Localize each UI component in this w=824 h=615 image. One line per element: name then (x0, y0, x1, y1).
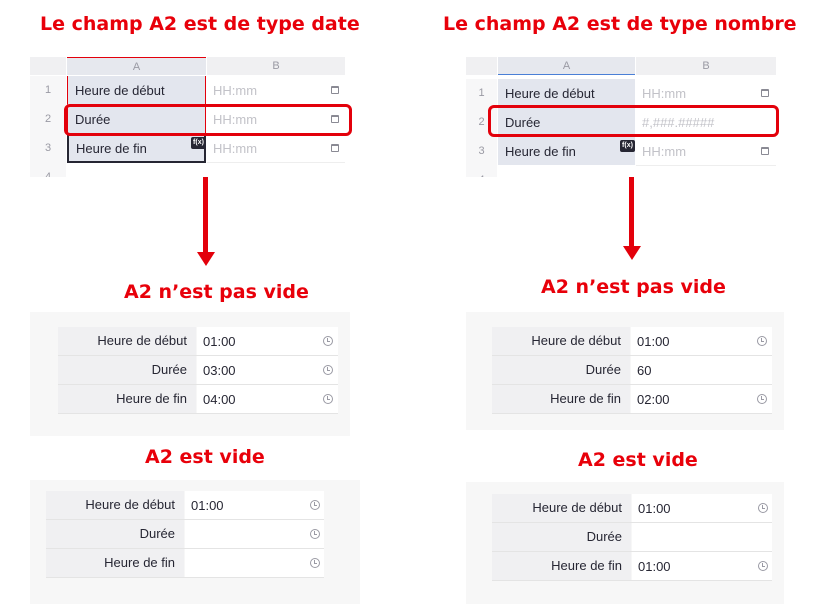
left-not-empty-form: Heure de début 01:00 Durée 03:00 Heure d… (30, 312, 350, 436)
field-label: Heure de début (46, 491, 184, 519)
field-label: Durée (492, 356, 630, 384)
right-empty-heading: A2 est vide (578, 449, 698, 471)
cell-b3[interactable]: HH:mm (636, 137, 776, 166)
field-label: Heure de fin (492, 552, 631, 580)
form-row-start: Heure de début 01:00 (58, 327, 338, 356)
right-empty-form: Heure de début 01:00 Durée Heure de fin … (466, 482, 784, 604)
down-arrow (629, 177, 634, 249)
form-row-end: Heure de fin 04:00 (58, 385, 338, 414)
form-row-duration: Durée 03:00 (58, 356, 338, 385)
end-time-field[interactable] (185, 549, 324, 577)
field-label: Heure de début (58, 327, 196, 355)
start-time-field[interactable]: 01:00 (632, 494, 772, 522)
clock-icon[interactable] (757, 394, 767, 404)
field-label: Heure de fin (492, 385, 630, 413)
row-2-highlight (488, 105, 779, 137)
clock-icon[interactable] (758, 561, 768, 571)
formula-icon[interactable]: f(x) (620, 140, 635, 152)
cell-b3[interactable]: HH:mm (207, 134, 345, 163)
left-not-empty-heading: A2 n’est pas vide (124, 281, 309, 303)
calendar-icon[interactable] (331, 86, 339, 94)
left-title: Le champ A2 est de type date (40, 13, 360, 35)
clock-icon[interactable] (758, 503, 768, 513)
cell-a3[interactable]: Heure de fin (498, 137, 635, 166)
cell-a1[interactable]: Heure de début (498, 79, 635, 108)
end-time-field[interactable]: 01:00 (632, 552, 772, 580)
duration-field[interactable] (185, 520, 324, 548)
field-label: Durée (46, 520, 184, 548)
clock-icon[interactable] (310, 500, 320, 510)
calendar-icon[interactable] (761, 89, 769, 97)
clock-icon[interactable] (310, 529, 320, 539)
arrow-head (197, 252, 215, 266)
start-time-field[interactable]: 01:00 (631, 327, 772, 355)
formula-icon[interactable]: f(x) (191, 137, 206, 149)
column-b-header[interactable]: B (207, 57, 345, 75)
end-time-field[interactable]: 04:00 (197, 385, 338, 413)
form-row-end: Heure de fin (46, 549, 324, 578)
cell-a1[interactable]: Heure de début (67, 76, 206, 105)
right-title: Le champ A2 est de type nombre (443, 13, 797, 35)
form-row-end: Heure de fin 01:00 (492, 552, 772, 581)
cell-b1[interactable]: HH:mm (636, 79, 776, 108)
column-a-header[interactable]: A (498, 57, 635, 75)
left-empty-heading: A2 est vide (145, 446, 265, 468)
form-row-duration: Durée (46, 520, 324, 549)
right-not-empty-form: Heure de début 01:00 Durée 60 Heure de f… (466, 312, 784, 430)
form-row-duration: Durée (492, 523, 772, 552)
form-row-end: Heure de fin 02:00 (492, 385, 772, 414)
row-number[interactable]: 1 (30, 76, 66, 105)
start-time-field[interactable]: 01:00 (185, 491, 324, 519)
row-number[interactable]: 2 (30, 105, 66, 134)
row-number[interactable]: 3 (30, 134, 66, 163)
field-label: Heure de fin (58, 385, 196, 413)
clock-icon[interactable] (310, 558, 320, 568)
corner-cell (466, 57, 497, 75)
clock-icon[interactable] (323, 394, 333, 404)
cell-a3[interactable]: Heure de fin (67, 134, 206, 163)
left-empty-form: Heure de début 01:00 Durée Heure de fin (30, 480, 360, 604)
duration-field[interactable]: 03:00 (197, 356, 338, 384)
row-2-highlight (64, 104, 352, 136)
row-number[interactable]: 1 (466, 79, 497, 108)
arrow-head (623, 246, 641, 260)
row-number[interactable]: 4 (30, 163, 66, 177)
cell-b1[interactable]: HH:mm (207, 76, 345, 105)
calendar-icon[interactable] (331, 144, 339, 152)
end-time-field[interactable]: 02:00 (631, 385, 772, 413)
row-number[interactable]: 4 (466, 166, 497, 177)
field-label: Heure de début (492, 494, 631, 522)
form-row-start: Heure de début 01:00 (492, 327, 772, 356)
column-b-header[interactable]: B (636, 57, 776, 75)
down-arrow (203, 177, 208, 255)
duration-field[interactable]: 60 (631, 356, 772, 384)
form-row-duration: Durée 60 (492, 356, 772, 385)
field-label: Durée (58, 356, 196, 384)
form-row-start: Heure de début 01:00 (492, 494, 772, 523)
duration-field[interactable] (632, 523, 772, 551)
field-label: Durée (492, 523, 631, 551)
column-a-header[interactable]: A (67, 57, 206, 75)
start-time-field[interactable]: 01:00 (197, 327, 338, 355)
row-number[interactable]: 3 (466, 137, 497, 166)
clock-icon[interactable] (323, 336, 333, 346)
corner-cell (30, 57, 66, 75)
field-label: Heure de fin (46, 549, 184, 577)
field-label: Heure de début (492, 327, 630, 355)
form-row-start: Heure de début 01:00 (46, 491, 324, 520)
right-not-empty-heading: A2 n’est pas vide (541, 276, 726, 298)
calendar-icon[interactable] (761, 147, 769, 155)
clock-icon[interactable] (757, 336, 767, 346)
clock-icon[interactable] (323, 365, 333, 375)
